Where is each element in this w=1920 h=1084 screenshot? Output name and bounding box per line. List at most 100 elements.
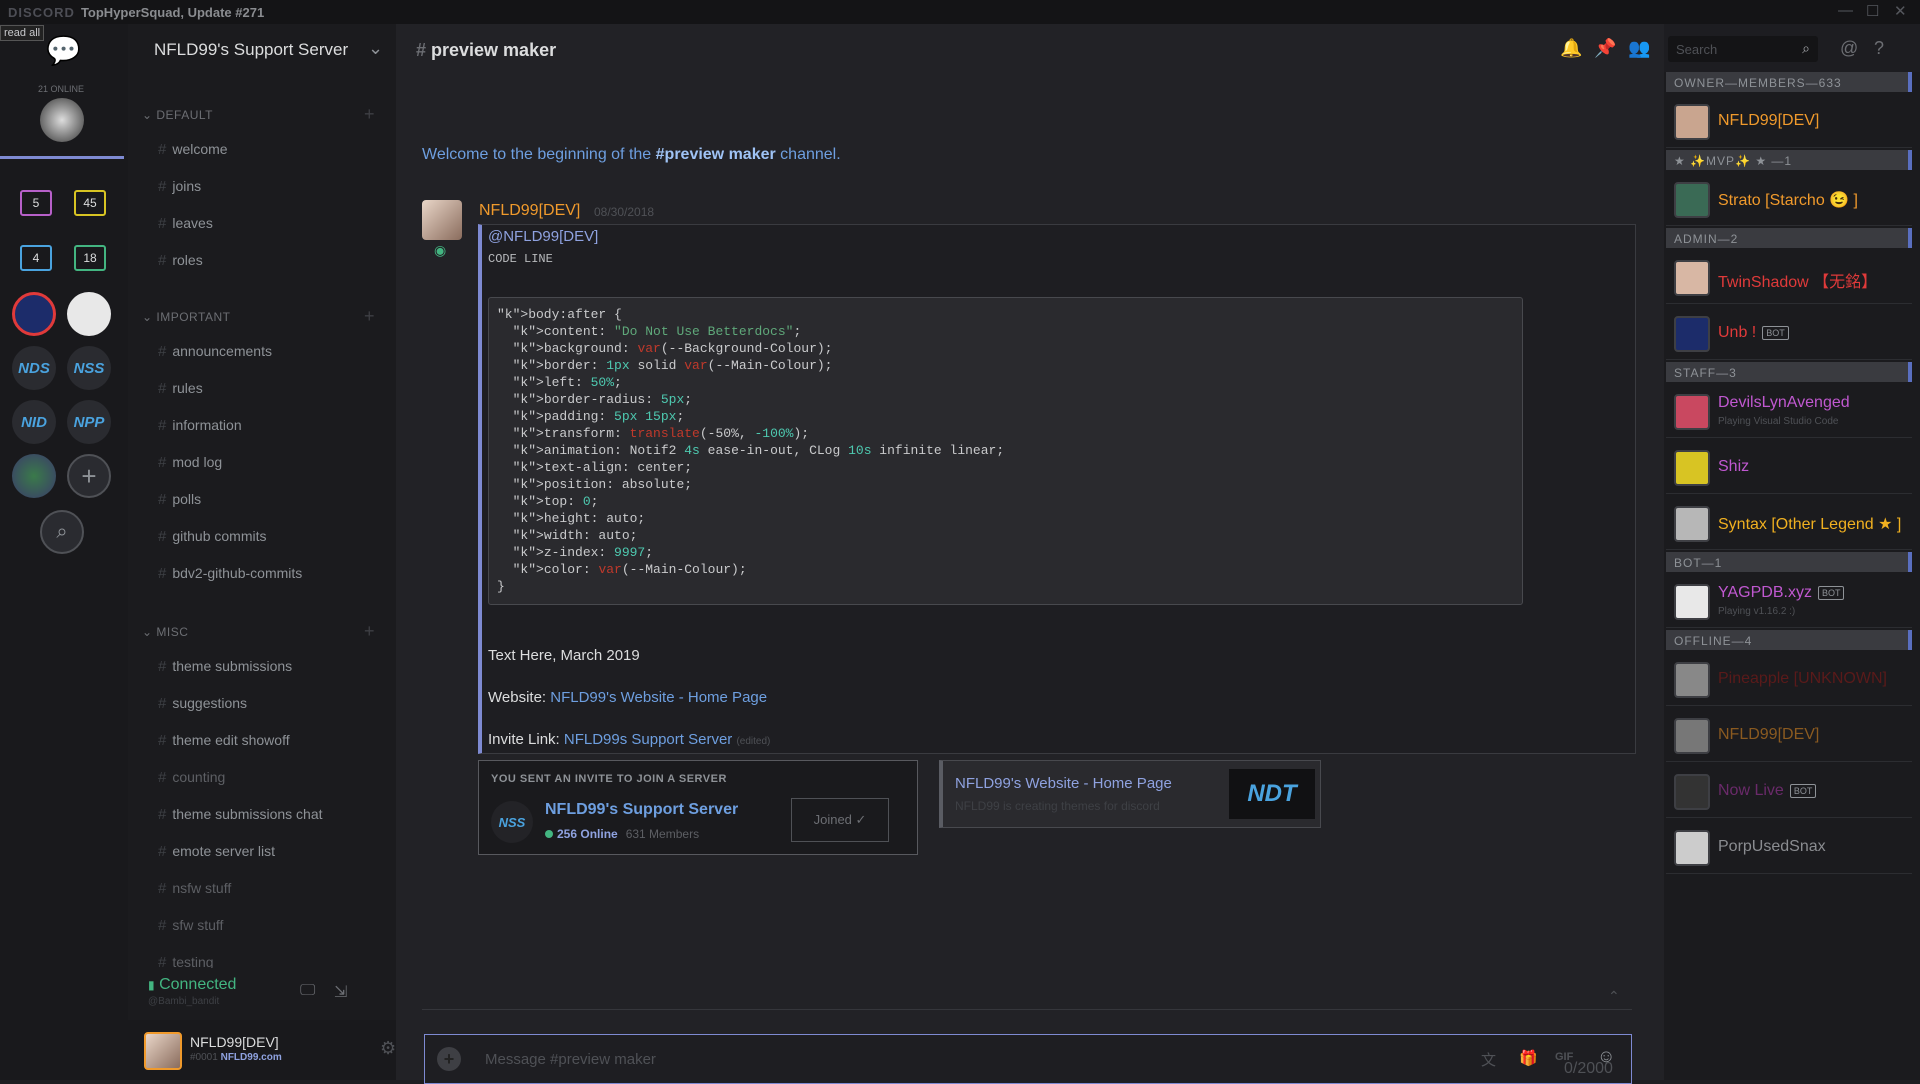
member-name: PorpUsedSnax xyxy=(1718,838,1826,855)
member-group-header: ADMIN—2 xyxy=(1666,228,1912,248)
channel-item[interactable]: # emote server list xyxy=(158,843,275,860)
member-name: Now Live BOT xyxy=(1718,782,1817,800)
server-folder[interactable]: 5 xyxy=(20,190,52,216)
server-folder[interactable]: 18 xyxy=(74,245,106,271)
channel-item[interactable]: # polls xyxy=(158,491,201,508)
channel-item[interactable]: # theme submissions xyxy=(158,658,292,675)
channel-item[interactable]: # theme submissions chat xyxy=(158,806,323,823)
member-group-header: STAFF—3 xyxy=(1666,362,1912,382)
help-icon[interactable]: ? xyxy=(1874,38,1884,59)
server-folder[interactable]: 4 xyxy=(20,245,52,271)
code-line: "k">width: auto; xyxy=(512,528,638,543)
member-item[interactable]: TwinShadow 【无銘】 xyxy=(1666,250,1912,304)
gear-icon[interactable]: ⚙ xyxy=(380,1038,396,1059)
channel-item[interactable]: # counting xyxy=(158,769,225,786)
channel-item[interactable]: # rules xyxy=(158,380,203,397)
channel-item[interactable]: # joins xyxy=(158,178,201,195)
channel-item[interactable]: # mod log xyxy=(158,454,222,471)
server-icon-unb[interactable] xyxy=(12,292,56,336)
member-item[interactable]: YAGPDB.xyz BOT Playing v1.16.2 :) xyxy=(1666,574,1912,628)
server-icon-nss[interactable]: NSS xyxy=(67,346,111,390)
avatar xyxy=(1674,774,1710,810)
code-line: "k">animation: Notif2 4s ease-in-out, CL… xyxy=(512,443,1005,458)
read-all-button[interactable]: read all xyxy=(0,25,45,41)
member-group-header: BOT—1 xyxy=(1666,552,1912,572)
channel-item[interactable]: # roles xyxy=(158,252,203,269)
member-item[interactable]: Now Live BOT xyxy=(1666,764,1912,818)
voice-connection-status[interactable]: ▮ Connected xyxy=(148,976,236,994)
server-icon-npp[interactable]: NPP xyxy=(67,400,111,444)
channel-item[interactable]: # information xyxy=(158,417,242,434)
member-item[interactable]: Strato [Starcho 😉 ] xyxy=(1666,172,1912,226)
upload-plus-icon[interactable]: + xyxy=(437,1047,461,1071)
category-important[interactable]: ⌄ IMPORTANT + xyxy=(142,306,375,326)
message-input[interactable]: + Message #preview maker 文 🎁 GIF ☺ xyxy=(424,1034,1632,1084)
member-item[interactable]: Syntax [Other Legend ★ ] xyxy=(1666,496,1912,550)
invite-link[interactable]: NFLD99s Support Server xyxy=(564,731,732,748)
user-panel: NFLD99[DEV] #0001 NFLD99.com ⚙ xyxy=(128,1020,396,1080)
website-link[interactable]: NFLD99's Website - Home Page xyxy=(550,689,767,706)
category-default[interactable]: ⌄ DEFAULT + xyxy=(142,104,375,124)
add-server-plus-icon[interactable]: + xyxy=(67,454,111,498)
channel-item[interactable]: # announcements xyxy=(158,343,272,360)
member-list: OWNER—MEMBERS—633 NFLD99[DEV] ★ ✨MVP✨ ★ —1… xyxy=(1664,72,1920,1080)
members-icon[interactable]: 👥 xyxy=(1628,38,1650,59)
guild-divider xyxy=(0,156,124,159)
code-line: "k">text-align: center; xyxy=(512,460,693,475)
add-channel-icon[interactable]: + xyxy=(364,306,375,327)
search-input[interactable]: Search ⌕ xyxy=(1668,36,1818,62)
channel-item[interactable]: # leaves xyxy=(158,215,213,232)
message-author[interactable]: NFLD99[DEV] xyxy=(479,202,580,220)
member-item[interactable]: Unb ! BOT xyxy=(1666,306,1912,360)
screen-share-icon[interactable]: 🖵 xyxy=(300,982,315,1000)
member-item[interactable]: Pineapple [UNKNOWN] xyxy=(1666,652,1912,706)
avatar xyxy=(1674,506,1710,542)
avatar[interactable] xyxy=(144,1032,182,1070)
user-mention[interactable]: @NFLD99[DEV] xyxy=(488,228,598,245)
channel-item[interactable]: # suggestions xyxy=(158,695,247,712)
member-item[interactable]: Shiz xyxy=(1666,440,1912,494)
category-misc[interactable]: ⌄ MISC + xyxy=(142,621,375,641)
server-folder[interactable]: 45 xyxy=(74,190,106,216)
home-avatar[interactable] xyxy=(40,98,84,142)
channel-item[interactable]: # nsfw stuff xyxy=(158,880,231,897)
translate-icon[interactable]: 文 xyxy=(1481,1049,1496,1070)
channel-item[interactable]: # welcome xyxy=(158,141,228,158)
maximize-icon[interactable]: ☐ xyxy=(1866,2,1879,20)
invite-server-name[interactable]: NFLD99's Support Server xyxy=(545,801,738,819)
add-channel-icon[interactable]: + xyxy=(364,621,375,642)
chevron-up-icon[interactable]: ⌃ xyxy=(1608,988,1620,1005)
connection-sub: @Bambi_bandit xyxy=(148,996,220,1007)
member-item[interactable]: PorpUsedSnax xyxy=(1666,820,1912,874)
channel-item[interactable]: # sfw stuff xyxy=(158,917,223,934)
channel-item[interactable]: # github commits xyxy=(158,528,267,545)
server-search-icon[interactable]: ⌕ xyxy=(40,510,84,554)
member-item[interactable]: DevilsLynAvenged Playing Visual Studio Co… xyxy=(1666,384,1912,438)
message-placeholder: Message #preview maker xyxy=(485,1051,656,1068)
bot-badge: BOT xyxy=(1817,585,1845,600)
direct-messages-icon[interactable]: 💬 xyxy=(46,34,81,67)
link-preview-title[interactable]: NFLD99's Website - Home Page xyxy=(955,775,1172,792)
avatar[interactable] xyxy=(422,200,462,240)
bell-icon[interactable]: 🔔 xyxy=(1560,38,1582,59)
pin-icon[interactable]: 📌 xyxy=(1594,38,1616,59)
server-icon-nid[interactable]: NID xyxy=(12,400,56,444)
disconnect-icon[interactable]: ⇲ xyxy=(334,982,347,1002)
chevron-down-icon[interactable]: ⌄ xyxy=(368,38,383,59)
member-item[interactable]: NFLD99[DEV] xyxy=(1666,94,1912,148)
mention-icon[interactable]: @ xyxy=(1840,38,1858,59)
member-item[interactable]: NFLD99[DEV] xyxy=(1666,708,1912,762)
server-icon-nds[interactable]: NDS xyxy=(12,346,56,390)
close-icon[interactable]: ✕ xyxy=(1894,2,1907,20)
server-icon-avatar[interactable] xyxy=(67,292,111,336)
minimize-icon[interactable]: — xyxy=(1838,2,1853,19)
channel-item[interactable]: # bdv2-github-commits xyxy=(158,565,302,582)
joined-button[interactable]: Joined ✓ xyxy=(791,798,889,842)
server-name[interactable]: NFLD99's Support Server xyxy=(154,40,348,60)
gift-icon[interactable]: 🎁 xyxy=(1519,1049,1538,1067)
add-channel-icon[interactable]: + xyxy=(364,104,375,125)
server-icon-orb[interactable] xyxy=(12,454,56,498)
channel-item[interactable]: # testing xyxy=(158,954,214,968)
channel-item[interactable]: # theme edit showoff xyxy=(158,732,290,749)
code-line: "k">transform: translate(-50%, -100%); xyxy=(512,426,810,441)
